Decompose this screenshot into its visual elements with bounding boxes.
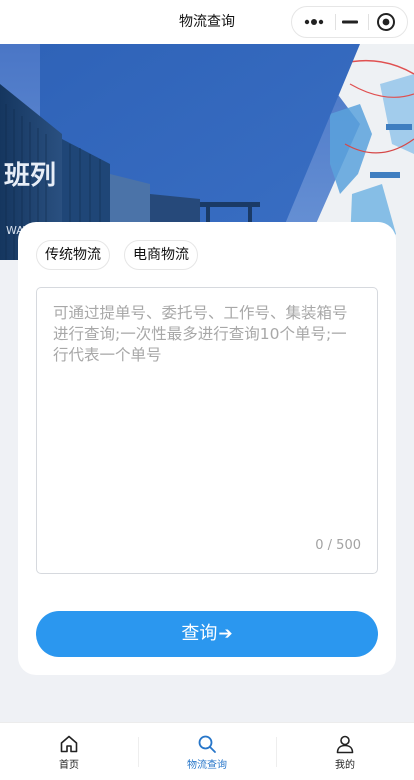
tabbar-item-logistics-query[interactable]: 物流查询 — [138, 723, 276, 780]
tabbar-item-mine[interactable]: 我的 — [276, 723, 414, 780]
container-text: 班列 — [4, 161, 56, 191]
tracking-number-input-box: 0 / 500 — [36, 287, 378, 574]
navigation-bar: 物流查询 — [0, 0, 414, 44]
mini-program-capsule — [291, 6, 408, 38]
tracking-number-input[interactable] — [37, 288, 377, 528]
tab-traditional-logistics[interactable]: 传统物流 — [36, 240, 110, 270]
tabbar-label-home: 首页 — [59, 760, 79, 771]
home-icon — [60, 735, 78, 753]
tabbar-label-logistics-query: 物流查询 — [187, 760, 227, 771]
tab-ecommerce-logistics[interactable]: 电商物流 — [124, 240, 198, 270]
tabbar-item-home[interactable]: 首页 — [0, 723, 138, 780]
target-close-icon — [377, 13, 395, 31]
search-icon — [198, 735, 216, 753]
tabbar-label-mine: 我的 — [335, 760, 355, 771]
minimize-button[interactable] — [336, 7, 364, 37]
minimize-icon — [342, 20, 358, 24]
query-button[interactable]: 查询➔ — [36, 611, 378, 657]
more-options-button[interactable] — [292, 7, 336, 37]
character-counter: 0 / 500 — [315, 538, 361, 553]
query-button-label: 查询 — [181, 623, 218, 644]
user-icon — [336, 735, 354, 754]
bottom-tab-bar: 首页 物流查询 我的 — [0, 722, 414, 780]
ellipsis-icon — [304, 19, 324, 25]
query-card: 传统物流 电商物流 0 / 500 查询➔ — [18, 222, 396, 675]
arrow-right-icon: ➔ — [218, 624, 233, 644]
close-button[interactable] — [368, 7, 408, 37]
